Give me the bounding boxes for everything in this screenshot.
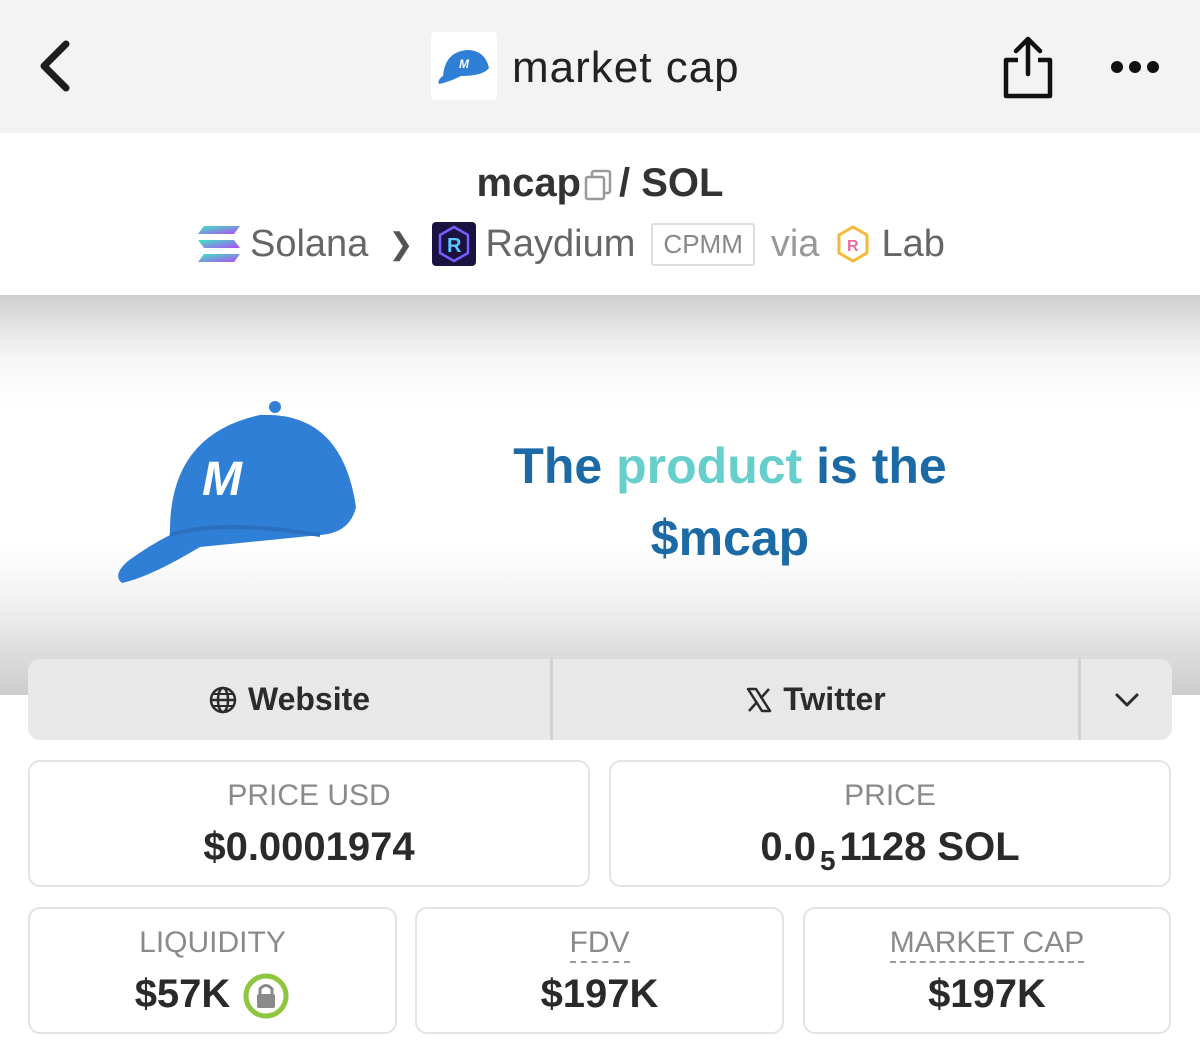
- slogan-is-the: is the: [816, 438, 947, 494]
- dex-name[interactable]: Raydium: [485, 223, 635, 266]
- market-cap-label[interactable]: MARKET CAP: [889, 926, 1085, 963]
- svg-text:R: R: [447, 235, 462, 257]
- price-sol-value: 0.0 5 1128 SOL: [611, 822, 1169, 876]
- liquidity-value: $57K: [134, 972, 231, 1016]
- price-sol-label: PRICE: [844, 779, 936, 812]
- chain-name[interactable]: Solana: [250, 223, 368, 266]
- price-sol-suffix: 1128 SOL: [839, 825, 1020, 869]
- globe-icon: [209, 686, 237, 713]
- ellipsis-icon[interactable]: [1108, 54, 1162, 80]
- fdv-label[interactable]: FDV: [569, 926, 630, 963]
- solana-icon: [198, 226, 240, 262]
- app-title: market cap: [512, 43, 740, 92]
- website-button[interactable]: Website: [28, 659, 553, 740]
- lock-icon[interactable]: [242, 972, 290, 1020]
- price-sol-card: PRICE 0.0 5 1128 SOL: [609, 760, 1171, 887]
- raydium-icon: R: [432, 222, 477, 266]
- price-usd-card: PRICE USD $0.0001974: [28, 760, 590, 887]
- chain-breadcrumb: Solana ❯ R Raydium CPMM via R Lab: [196, 219, 945, 269]
- slogan-mcap: $mcap: [650, 510, 810, 566]
- pair-header: [0, 133, 1200, 295]
- svg-text:R: R: [847, 238, 859, 255]
- price-usd-label: PRICE USD: [227, 779, 391, 812]
- liquidity-card: LIQUIDITY $57K: [28, 907, 397, 1034]
- price-sol-zero-count: 5: [819, 845, 836, 876]
- pair-separator: /: [619, 161, 631, 205]
- launchpad-name[interactable]: Lab: [881, 223, 944, 266]
- pair-title: mcap / SOL: [0, 160, 1200, 206]
- share-icon[interactable]: [998, 34, 1058, 102]
- chevron-left-icon[interactable]: [30, 36, 80, 96]
- slogan-product: product: [616, 438, 803, 494]
- token-banner: M The product is the $mcap: [0, 295, 1200, 695]
- social-links-bar: Website Twitter: [28, 659, 1172, 740]
- market-cap-card: MARKET CAP $197K: [803, 907, 1171, 1034]
- pool-type-badge: CPMM: [651, 222, 755, 266]
- top-bar: M market cap: [0, 0, 1200, 133]
- svg-text:M: M: [459, 57, 470, 71]
- market-cap-value: $197K: [928, 972, 1046, 1016]
- liquidity-value-row: $57K: [30, 969, 395, 1020]
- website-label: Website: [247, 681, 371, 717]
- via-label: via: [770, 222, 820, 265]
- quote-token-symbol: SOL: [641, 161, 724, 205]
- banner-slogan: The product is the $mcap: [430, 430, 1030, 574]
- base-token-symbol: mcap: [476, 161, 582, 205]
- price-sol-prefix: 0.0: [760, 825, 816, 869]
- chevron-down-icon: [1115, 693, 1138, 706]
- market-cap-label-row: MARKET CAP: [805, 923, 1169, 963]
- x-logo-icon: [746, 687, 772, 712]
- fdv-label-row: FDV: [417, 923, 782, 963]
- liquidity-label: LIQUIDITY: [139, 926, 286, 959]
- blue-cap-image: M: [118, 401, 357, 583]
- twitter-button[interactable]: Twitter: [553, 659, 1081, 740]
- more-links-button[interactable]: [1081, 659, 1172, 740]
- launchlab-icon: R: [837, 225, 869, 263]
- cap-letter: M: [202, 453, 243, 506]
- twitter-label: Twitter: [783, 681, 886, 717]
- fdv-value: $197K: [540, 972, 659, 1016]
- copy-icon[interactable]: [583, 168, 613, 202]
- fdv-card: FDV $197K: [415, 907, 784, 1034]
- slogan-the: The: [513, 438, 603, 494]
- blue-cap-logo-icon: M: [438, 50, 489, 84]
- chevron-right-icon: ❯: [388, 227, 414, 261]
- price-usd-value: $0.0001974: [203, 825, 415, 869]
- app-logo: M: [431, 32, 497, 100]
